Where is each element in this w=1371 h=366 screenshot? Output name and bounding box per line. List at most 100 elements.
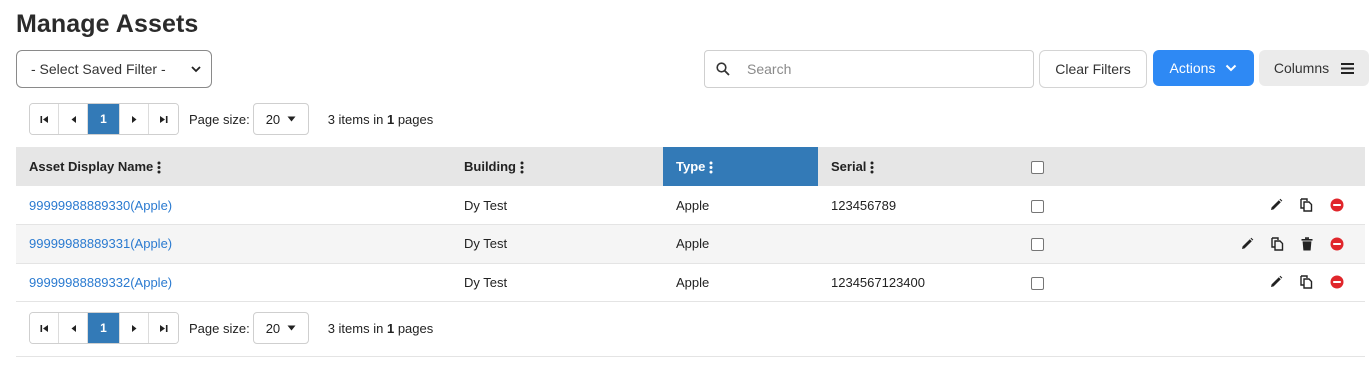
cell-type: Apple <box>676 197 710 213</box>
table-row: 99999988889330(Apple) Dy Test Apple 1234… <box>16 186 1365 225</box>
column-menu-icon[interactable] <box>709 161 713 174</box>
cell-serial: 123456789 <box>831 197 897 213</box>
next-page-button[interactable] <box>120 313 149 343</box>
column-header-type[interactable]: Type <box>663 147 818 186</box>
table-row: 99999988889331(Apple) Dy Test Apple <box>16 224 1365 264</box>
trash-icon[interactable] <box>1301 237 1313 251</box>
chevron-down-icon <box>1226 64 1237 72</box>
column-header-select-all <box>1018 147 1118 186</box>
asset-link[interactable]: 99999988889332(Apple) <box>29 275 172 290</box>
row-actions <box>1131 198 1352 212</box>
page-size-label: Page size: <box>189 111 250 127</box>
row-actions <box>1131 237 1352 251</box>
copy-icon[interactable] <box>1271 237 1284 251</box>
prev-page-icon <box>71 324 76 332</box>
total-pages: 1 <box>386 320 395 336</box>
copy-icon[interactable] <box>1300 198 1313 212</box>
copy-icon[interactable] <box>1300 275 1313 289</box>
pager-nav: 1 <box>29 103 179 135</box>
actions-button[interactable]: Actions <box>1153 50 1254 86</box>
page-size-label: Page size: <box>189 320 250 336</box>
edit-icon[interactable] <box>1269 275 1283 289</box>
assets-table: Asset Display Name Building Type Serial … <box>16 147 1365 302</box>
items-info: 3 items in 1 pages <box>328 112 434 127</box>
columns-button[interactable]: Columns <box>1259 50 1369 86</box>
remove-icon[interactable] <box>1330 275 1344 289</box>
asset-link[interactable]: 99999988889331(Apple) <box>29 236 172 251</box>
column-header-label: Type <box>676 158 706 174</box>
asset-link[interactable]: 99999988889330(Apple) <box>29 198 172 213</box>
page-title: Manage Assets <box>16 10 199 38</box>
table-row: 99999988889332(Apple) Dy Test Apple 1234… <box>16 263 1365 302</box>
cell-building: Dy Test <box>464 236 508 252</box>
column-header-label: Building <box>464 158 516 174</box>
prev-page-button[interactable] <box>59 104 88 134</box>
caret-down-icon <box>287 116 296 122</box>
page-size-select[interactable]: 20 <box>252 103 309 135</box>
column-header-serial[interactable]: Serial <box>818 147 1018 186</box>
items-info: 3 items in 1 pages <box>328 321 434 336</box>
last-page-icon <box>160 115 168 123</box>
column-header-building[interactable]: Building <box>451 147 663 186</box>
search-input[interactable] <box>741 61 1021 77</box>
first-page-button[interactable] <box>30 104 59 134</box>
search-box[interactable] <box>704 50 1034 88</box>
saved-filter-value: - Select Saved Filter - <box>31 61 166 77</box>
prev-page-icon <box>71 115 76 123</box>
caret-down-icon <box>287 325 296 331</box>
cell-serial: 1234567123400 <box>831 274 925 290</box>
first-page-icon <box>40 115 48 123</box>
page-size-select[interactable]: 20 <box>252 312 309 344</box>
actions-label: Actions <box>1169 60 1216 76</box>
first-page-icon <box>40 324 48 332</box>
row-actions <box>1131 275 1352 289</box>
pager-nav: 1 <box>29 312 179 344</box>
first-page-button[interactable] <box>30 313 59 343</box>
column-menu-icon[interactable] <box>520 161 524 174</box>
cell-building: Dy Test <box>464 274 508 290</box>
next-page-icon <box>131 115 136 123</box>
columns-label: Columns <box>1273 60 1330 76</box>
cell-building: Dy Test <box>464 197 508 213</box>
remove-icon[interactable] <box>1330 237 1344 251</box>
pager-bottom: 1 Page size: 20 3 items in 1 pages <box>29 312 433 344</box>
cell-type: Apple <box>676 236 710 252</box>
last-page-button[interactable] <box>149 313 178 343</box>
pager-top: 1 Page size: 20 3 items in 1 pages <box>29 103 433 135</box>
last-page-button[interactable] <box>149 104 178 134</box>
items-prefix: 3 items in <box>327 111 384 127</box>
clear-filters-button[interactable]: Clear Filters <box>1039 50 1147 88</box>
row-checkbox[interactable] <box>1031 238 1044 252</box>
column-header-label: Asset Display Name <box>29 158 154 174</box>
next-page-button[interactable] <box>120 104 149 134</box>
page-number-button[interactable]: 1 <box>88 313 120 343</box>
select-all-checkbox[interactable] <box>1031 161 1044 175</box>
column-header-label: Serial <box>831 158 867 174</box>
search-icon <box>705 62 741 76</box>
page-size-value: 20 <box>265 320 281 336</box>
column-header-actions <box>1118 147 1365 186</box>
row-checkbox[interactable] <box>1031 199 1044 213</box>
next-page-icon <box>131 324 136 332</box>
edit-icon[interactable] <box>1269 198 1283 212</box>
page-size-value: 20 <box>265 111 281 127</box>
cell-serial <box>818 225 1018 264</box>
menu-icon <box>1341 62 1355 74</box>
total-pages: 1 <box>386 111 395 127</box>
divider <box>16 356 1365 357</box>
saved-filter-select[interactable]: - Select Saved Filter - <box>16 50 212 88</box>
row-checkbox[interactable] <box>1031 276 1044 290</box>
pages-suffix: pages <box>397 111 434 127</box>
remove-icon[interactable] <box>1330 198 1344 212</box>
items-prefix: 3 items in <box>327 320 384 336</box>
pages-suffix: pages <box>397 320 434 336</box>
edit-icon[interactable] <box>1240 237 1254 251</box>
column-menu-icon[interactable] <box>870 161 874 174</box>
cell-type: Apple <box>676 274 710 290</box>
page-number-button[interactable]: 1 <box>88 104 120 134</box>
column-menu-icon[interactable] <box>157 161 161 174</box>
prev-page-button[interactable] <box>59 313 88 343</box>
table-header-row: Asset Display Name Building Type Serial <box>16 147 1365 186</box>
column-header-name[interactable]: Asset Display Name <box>16 147 451 186</box>
last-page-icon <box>160 324 168 332</box>
